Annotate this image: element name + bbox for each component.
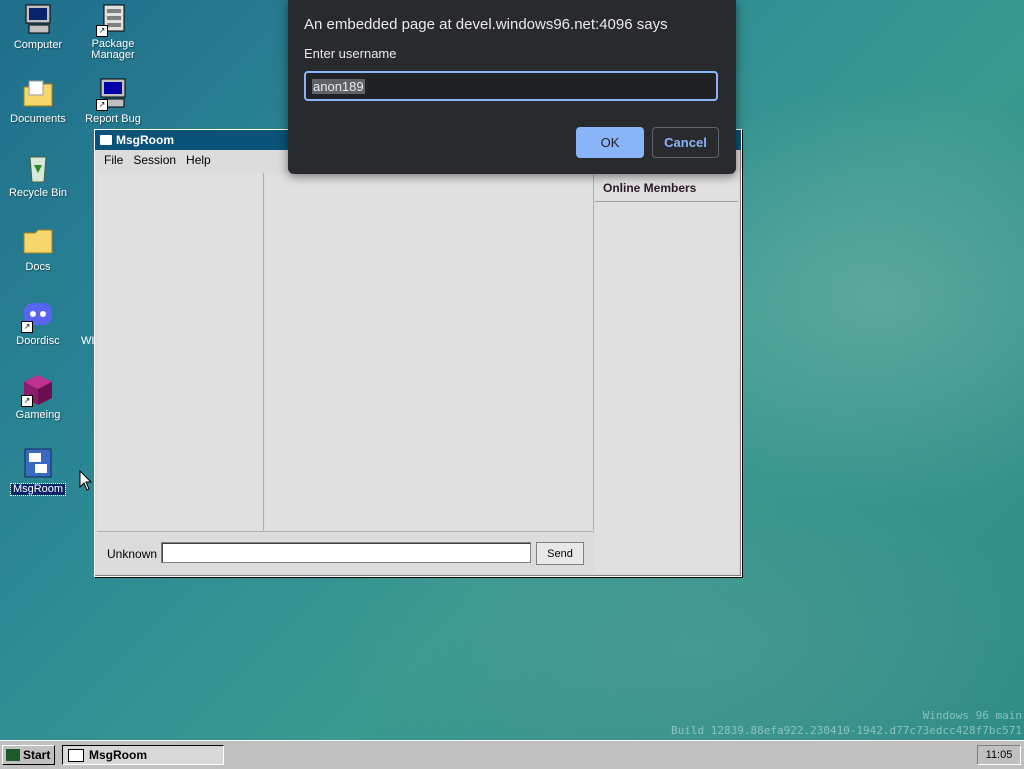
computer-icon — [21, 3, 55, 37]
watermark-line1: Windows 96 main — [922, 709, 1022, 722]
bug-report-icon: ↗ — [96, 77, 130, 111]
menu-help[interactable]: Help — [181, 153, 216, 167]
cancel-button[interactable]: Cancel — [652, 127, 719, 158]
desktop-icon-label: Doordisc — [16, 335, 60, 347]
start-label: Start — [23, 748, 51, 762]
shortcut-arrow-icon: ↗ — [96, 99, 108, 111]
message-input[interactable] — [161, 542, 531, 563]
desktop-icon-label: Documents — [10, 113, 66, 125]
shortcut-arrow-icon: ↗ — [21, 395, 33, 407]
channel-list-pane[interactable] — [97, 173, 264, 530]
window-title: MsgRoom — [116, 133, 174, 147]
recycle-bin-icon — [21, 151, 55, 185]
desktop-icon-label: Docs — [25, 261, 51, 273]
msgroom-window: MsgRoom File Session Help Online Members… — [94, 129, 742, 577]
shortcut-arrow-icon: ↗ — [96, 25, 108, 37]
desktop-icon-docs[interactable]: Docs — [2, 225, 74, 273]
taskbar-item-label: MsgRoom — [89, 748, 147, 762]
desktop-icon-label: Report Bug — [85, 113, 141, 125]
chat-bubble-icon — [100, 135, 112, 145]
sender-label: Unknown — [107, 547, 158, 561]
desktop-icon-gameing[interactable]: ↗ Gameing — [2, 373, 74, 421]
build-watermark: Windows 96 main Build 12839.88efa922.230… — [644, 708, 1022, 738]
desktop-icon-label: Computer — [13, 39, 63, 51]
send-button[interactable]: Send — [536, 542, 584, 565]
desktop-icon-recycle-bin[interactable]: Recycle Bin — [2, 151, 74, 199]
chat-bubble-icon — [68, 748, 84, 762]
dialog-prompt: Enter username — [304, 46, 397, 61]
desktop-icon-label: Package Manager — [91, 38, 135, 61]
shortcut-arrow-icon: ↗ — [21, 321, 33, 333]
members-heading: Online Members — [603, 181, 697, 195]
dialog-title: An embedded page at devel.windows96.net:… — [304, 16, 668, 33]
desktop-icon-doordisc[interactable]: ↗ Doordisc — [2, 299, 74, 347]
desktop-icon-label: Gameing — [15, 409, 61, 421]
members-pane[interactable]: Online Members — [595, 173, 738, 573]
partial-desktop-label: WI — [81, 335, 94, 347]
game-cube-icon: ↗ — [21, 373, 55, 407]
taskbar: Start MsgRoom 11:05 — [0, 740, 1024, 769]
menu-file[interactable]: File — [99, 153, 128, 167]
compose-bar: Unknown Send — [97, 531, 594, 575]
folder-icon — [21, 225, 55, 259]
folder-icon — [21, 77, 55, 111]
ok-button[interactable]: OK — [576, 127, 644, 158]
doordisc-icon: ↗ — [21, 299, 55, 333]
prompt-dialog: An embedded page at devel.windows96.net:… — [288, 0, 736, 174]
start-button[interactable]: Start — [2, 745, 55, 765]
desktop-icon-package-manager[interactable]: ↗ Package Manager — [77, 3, 149, 61]
message-pane[interactable] — [265, 173, 594, 530]
desktop-icon-computer[interactable]: Computer — [2, 3, 74, 51]
package-icon: ↗ — [96, 3, 130, 37]
divider — [595, 201, 738, 202]
desktop-icon-label: MsgRoom — [9, 483, 67, 496]
clock: 11:05 — [977, 745, 1021, 765]
taskbar-item-msgroom[interactable]: MsgRoom — [62, 745, 224, 765]
menu-session[interactable]: Session — [128, 153, 181, 167]
desktop-icon-report-bug[interactable]: ↗ Report Bug — [77, 77, 149, 125]
watermark-line2: Build 12839.88efa922.230410-1942.d77c73e… — [671, 724, 1022, 737]
desktop-icon-documents[interactable]: Documents — [2, 77, 74, 125]
username-input[interactable]: anon189 — [304, 71, 718, 101]
start-logo-icon — [6, 749, 20, 761]
mouse-cursor-icon — [79, 470, 93, 491]
msgroom-icon — [21, 447, 55, 481]
username-value: anon189 — [312, 79, 365, 94]
desktop-icon-label: Recycle Bin — [8, 187, 68, 199]
desktop-icon-msgroom[interactable]: MsgRoom — [2, 447, 74, 496]
